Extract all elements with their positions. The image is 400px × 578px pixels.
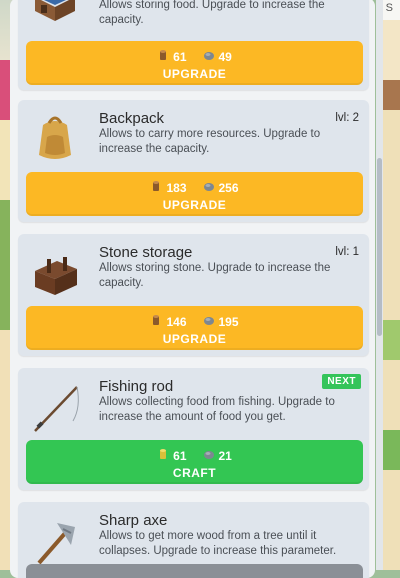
stone-icon	[203, 180, 215, 195]
wood-cost: 61	[173, 49, 187, 64]
button-label: UPGRADE	[162, 67, 227, 81]
button-label: UPGRADE	[162, 332, 227, 346]
card-fishing-rod: Fishing rod NEXT Allows collecting food …	[18, 368, 369, 490]
stone-storage-icon	[24, 242, 86, 304]
upgrade-button[interactable]: 61 49 UPGRADE	[26, 41, 363, 85]
card-level: lvl: 2	[335, 112, 359, 124]
card-title: Sharp axe	[99, 512, 168, 529]
card-description: Allows storing food. Upgrade to increase…	[99, 0, 325, 26]
stone-cost: 21	[218, 448, 232, 463]
stone-icon	[203, 448, 215, 463]
card-stone-storage: Stone storage lvl: 1 Allows storing ston…	[18, 234, 369, 356]
card-description: Allows collecting food from fishing. Upg…	[99, 396, 335, 423]
card-description: Allows to get more wood from a tree unti…	[99, 530, 337, 557]
background-scenery-right	[380, 0, 400, 570]
crafting-panel[interactable]: Allows storing food. Upgrade to increase…	[10, 0, 375, 578]
wood-cost: 146	[166, 314, 187, 329]
wood-icon	[150, 314, 162, 329]
card-food-storage: Allows storing food. Upgrade to increase…	[18, 0, 369, 90]
card-title: Stone storage	[99, 244, 193, 261]
stone-cost: 195	[218, 314, 239, 329]
upgrade-button[interactable]: 183 256 UPGRADE	[26, 172, 363, 216]
card-title: Fishing rod	[99, 378, 174, 395]
next-badge: NEXT	[322, 374, 361, 389]
card-level: lvl: 1	[335, 246, 359, 258]
fishing-rod-icon	[24, 376, 86, 438]
stone-cost: 256	[218, 180, 239, 195]
wood-icon	[150, 180, 162, 195]
scroll-thumb[interactable]	[377, 158, 382, 336]
card-description: Allows storing stone. Upgrade to increas…	[99, 262, 331, 289]
axe-icon	[24, 510, 86, 572]
card-title: Backpack	[99, 110, 165, 127]
wood-icon	[157, 49, 169, 64]
craft-button[interactable]: 61 21 CRAFT	[26, 440, 363, 484]
stone-icon	[203, 49, 215, 64]
button-label: CRAFT	[172, 466, 217, 480]
card-backpack: Backpack lvl: 2 Allows to carry more res…	[18, 100, 369, 222]
wood-icon	[157, 448, 169, 463]
house-icon	[24, 0, 86, 28]
right-edge-text: S	[385, 2, 393, 14]
button-label: UPGRADE	[162, 198, 227, 212]
backpack-icon	[24, 108, 86, 170]
stone-cost: 49	[218, 49, 232, 64]
stone-icon	[203, 314, 215, 329]
wood-cost: 61	[173, 448, 187, 463]
card-description: Allows to carry more resources. Upgrade …	[99, 128, 321, 155]
upgrade-button[interactable]: 146 195 UPGRADE	[26, 306, 363, 350]
wood-cost: 183	[166, 180, 187, 195]
scrollbar[interactable]	[376, 0, 383, 570]
partial-button[interactable]	[26, 564, 363, 578]
card-sharp-axe: Sharp axe Allows to get more wood from a…	[18, 502, 369, 578]
